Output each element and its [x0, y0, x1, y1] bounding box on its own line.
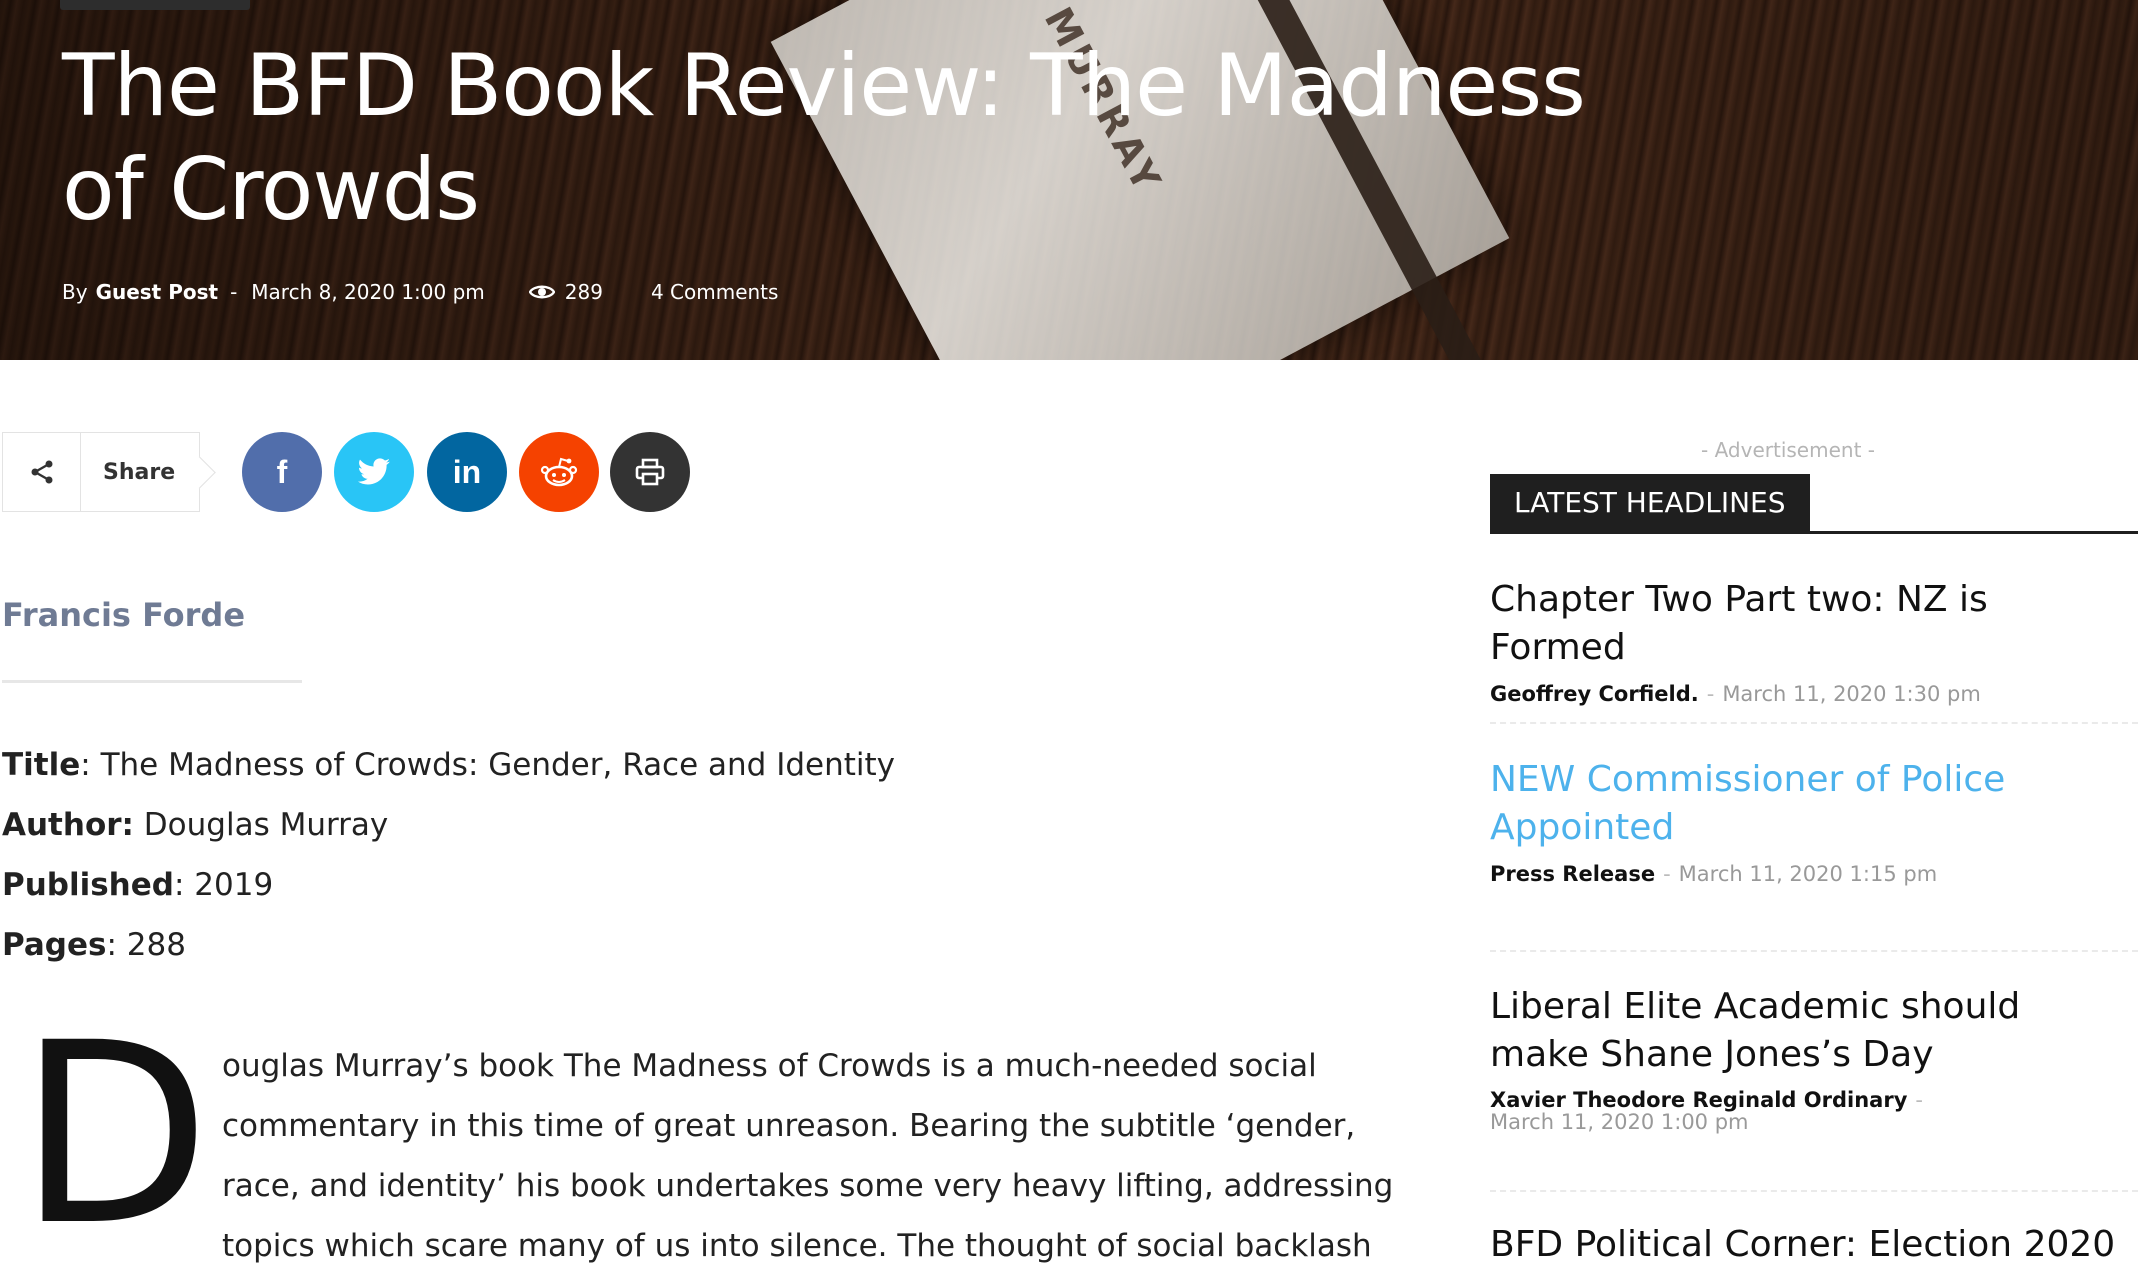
headline-link[interactable]: Chapter Two Part two: NZ is Formed: [1490, 576, 2130, 672]
info-sep: [134, 807, 144, 843]
view-count-value: 289: [564, 280, 603, 304]
headline-meta-sep: -: [1706, 682, 1715, 706]
article-lead-paragraph: ouglas Murray’s book The Madness of Crow…: [222, 1048, 1394, 1264]
linkedin-share-button[interactable]: in: [427, 432, 507, 512]
headline-link[interactable]: Liberal Elite Academic should make Shane…: [1490, 983, 2130, 1079]
article-author-name[interactable]: Francis Forde: [2, 596, 245, 634]
info-value: 2019: [194, 867, 274, 903]
info-sep: :: [106, 927, 127, 963]
drop-cap: D: [18, 989, 211, 1280]
share-icon: [3, 433, 81, 511]
twitter-icon: [357, 458, 390, 485]
info-sep: :: [80, 747, 101, 783]
info-label: Published: [2, 867, 174, 903]
view-count: 289: [528, 280, 603, 304]
headline-author-link[interactable]: Xavier Theodore Reginald Ordinary: [1490, 1088, 1907, 1112]
info-label: Title: [2, 747, 81, 783]
printer-icon: [635, 458, 665, 486]
author-divider: [2, 680, 302, 683]
print-button[interactable]: [610, 432, 690, 512]
headline-meta: Geoffrey Corfield. - March 11, 2020 1:30 p…: [1490, 682, 2130, 706]
headline-meta: Press Release - March 11, 2020 1:15 pm: [1490, 862, 2130, 886]
info-sep: :: [173, 867, 195, 903]
book-info-author: Author: Douglas Murray: [2, 807, 388, 843]
eye-icon: [528, 285, 555, 299]
info-label: Pages: [2, 927, 107, 963]
reddit-share-button[interactable]: [519, 432, 599, 512]
info-value: The Madness of Crowds: Gender, Race and …: [100, 747, 896, 783]
headline-link[interactable]: BFD Political Corner: Election 2020: [1490, 1221, 2130, 1269]
headline-item: NEW Commissioner of Police Appointed Pre…: [1490, 756, 2130, 886]
headline-item: Chapter Two Part two: NZ is Formed Geoff…: [1490, 576, 2130, 706]
book-info-pages: Pages: 288: [2, 927, 186, 963]
advertisement-label: - Advertisement -: [1701, 438, 1875, 462]
headline-meta-sep: -: [1663, 862, 1671, 886]
info-value: 288: [126, 927, 186, 963]
reddit-icon: [540, 457, 578, 487]
post-author-link[interactable]: Guest Post: [96, 280, 219, 304]
headline-author-link[interactable]: Press Release: [1490, 862, 1655, 886]
headline-meta-sep: -: [1915, 1088, 1923, 1112]
facebook-share-button[interactable]: f: [242, 432, 322, 512]
headline-divider: [1490, 950, 2138, 952]
linkedin-icon: in: [452, 453, 482, 490]
headline-divider: [1490, 722, 2138, 724]
share-button[interactable]: Share: [2, 432, 200, 512]
category-badge[interactable]: [60, 0, 250, 10]
book-info-title: Title: The Madness of Crowds: Gender, Ra…: [2, 747, 895, 783]
latest-headlines-title: LATEST HEADLINES: [1490, 474, 1810, 531]
meta-separator: -: [230, 280, 238, 304]
headline-item: BFD Political Corner: Election 2020: [1490, 1221, 2130, 1269]
article-hero: LAS MURRAY The BFD Book Review: The Madn…: [0, 0, 2138, 360]
by-label: By: [62, 280, 88, 304]
info-value: Douglas Murray: [143, 807, 389, 843]
facebook-icon: f: [276, 453, 288, 490]
headline-meta: Xavier Theodore Reginald Ordinary - March …: [1490, 1089, 2130, 1133]
book-info-published: Published: 2019: [2, 867, 273, 903]
article-meta: By Guest Post - March 8, 2020 1:00 pm 28…: [62, 280, 778, 304]
headline-date: March 11, 2020 1:30 pm: [1722, 682, 1981, 706]
article-title: The BFD Book Review: The Madness of Crow…: [62, 36, 1586, 240]
headline-link[interactable]: NEW Commissioner of Police Appointed: [1490, 756, 2130, 852]
headline-date: March 11, 2020 1:00 pm: [1490, 1110, 1749, 1134]
headline-item: Liberal Elite Academic should make Shane…: [1490, 983, 2130, 1133]
latest-headlines-header: LATEST HEADLINES: [1490, 474, 2138, 534]
twitter-share-button[interactable]: [334, 432, 414, 512]
comments-link[interactable]: 4 Comments: [651, 280, 779, 304]
info-label: Author:: [2, 807, 134, 843]
headline-author-link[interactable]: Geoffrey Corfield.: [1490, 682, 1699, 706]
headline-divider: [1490, 1190, 2138, 1192]
share-label: Share: [103, 459, 176, 485]
post-date: March 8, 2020 1:00 pm: [251, 280, 485, 304]
headline-date: March 11, 2020 1:15 pm: [1678, 862, 1938, 886]
